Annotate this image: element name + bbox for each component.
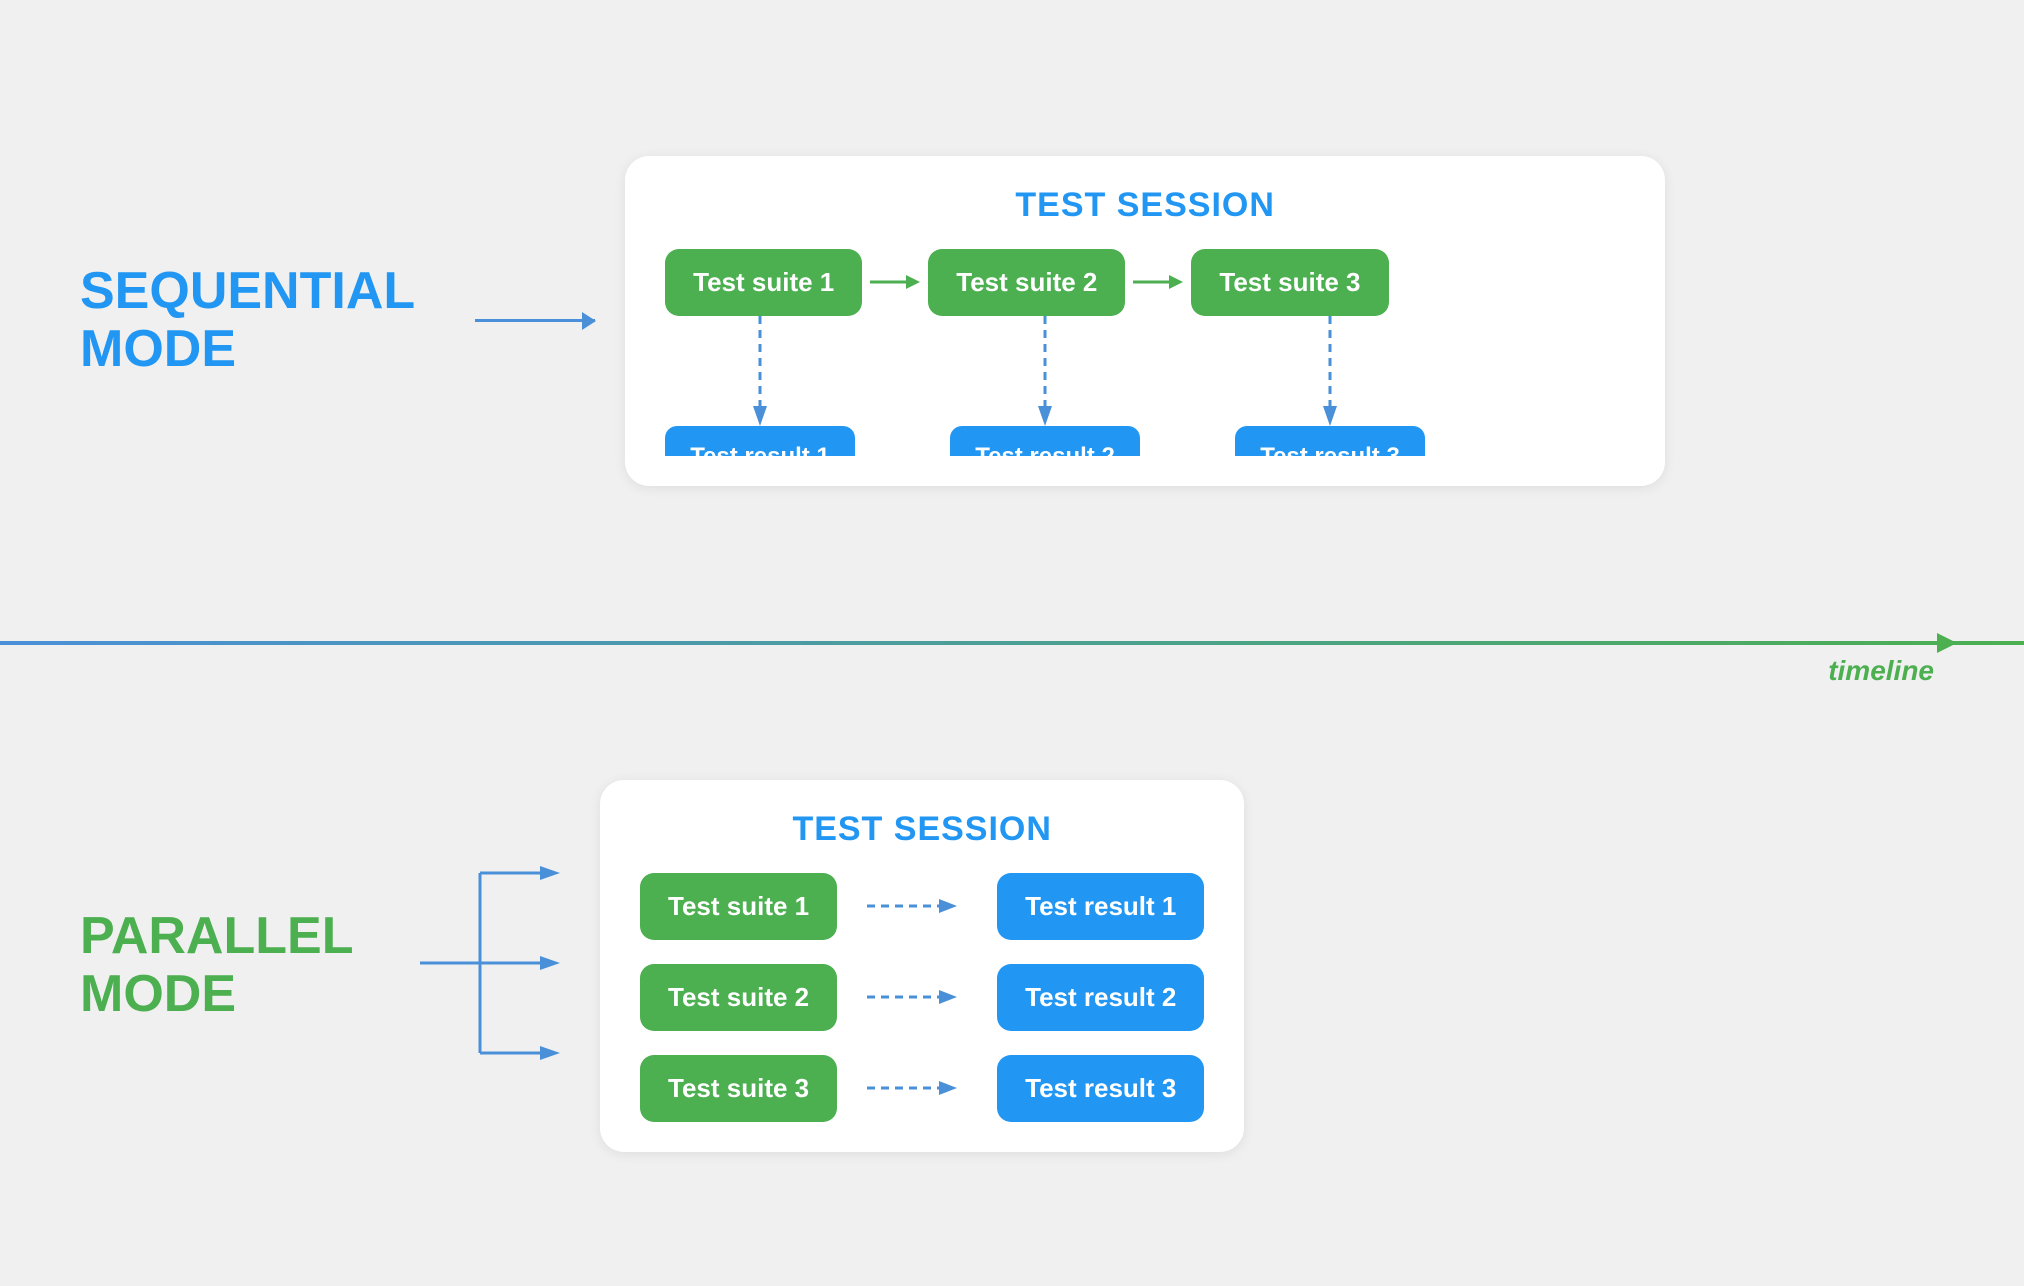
timeline-label: timeline [1828,655,1934,687]
seq-arrow-2-3 [1125,267,1191,297]
seq-suite-col-3: Test suite 3 [1191,249,1388,316]
par-result-2: Test result 2 [997,964,1204,1031]
seq-suites-row: Test suite 1 Test suite 2 [665,249,1388,316]
svg-text:Test result 3: Test result 3 [1260,443,1400,456]
fork-svg [420,823,580,1103]
seq-suite-col-2: Test suite 2 [928,249,1125,316]
sequential-line1: SEQUENTIAL [80,263,415,320]
parallel-section: PARALLEL MODE TEST SESSIO [0,645,2024,1286]
par-suite-2: Test suite 2 [640,964,837,1031]
sequential-section: SEQUENTIAL MODE TEST SESSION Test suite … [0,0,2024,641]
parallel-fork-arrow [420,823,580,1108]
par-suite-1: Test suite 1 [640,873,837,940]
par-dashed-arrow-3 [867,1073,967,1103]
parallel-rows: Test suite 1 Test result 1 Test suite 2 [640,873,1204,1122]
par-result-1: Test result 1 [997,873,1204,940]
par-suite-3: Test suite 3 [640,1055,837,1122]
par-row-2: Test suite 2 Test result 2 [640,964,1204,1031]
parallel-session-title: TEST SESSION [640,810,1204,849]
par-dashed-arrow-1 [867,891,967,921]
sequential-content: Test suite 1 Test suite 2 [665,249,1625,456]
seq-suite-1: Test suite 1 [665,249,862,316]
diagram-container: SEQUENTIAL MODE TEST SESSION Test suite … [0,0,2024,1286]
par-result-3: Test result 3 [997,1055,1204,1122]
parallel-session-box: TEST SESSION Test suite 1 Test result 1 [600,780,1244,1152]
timeline-arrowhead [1937,627,1969,664]
par-dashed-arrow-2 [867,982,967,1012]
seq-arrow-1-2 [862,267,928,297]
par-row-3: Test suite 3 Test result 3 [640,1055,1204,1122]
sequential-entry-line [475,319,595,322]
seq-suite-col-1: Test suite 1 [665,249,862,316]
svg-text:Test result 2: Test result 2 [975,443,1115,456]
sequential-session-box: TEST SESSION Test suite 1 [625,156,1665,486]
parallel-line1: PARALLEL [80,908,360,965]
sequential-session-title: TEST SESSION [665,186,1625,225]
seq-dashed-arrows-svg: Test result 1 Test result 2 Test result … [665,316,1625,456]
sequential-mode-label: SEQUENTIAL MODE [80,263,415,377]
parallel-mode-label: PARALLEL MODE [80,908,360,1022]
parallel-line2: MODE [80,966,360,1023]
seq-suite-2: Test suite 2 [928,249,1125,316]
timeline-line [0,641,2024,645]
svg-text:Test result 1: Test result 1 [690,443,830,456]
sequential-line2: MODE [80,321,415,378]
seq-suite-3: Test suite 3 [1191,249,1388,316]
timeline-container: timeline [0,641,2024,645]
par-row-1: Test suite 1 Test result 1 [640,873,1204,940]
sequential-entry-arrow [475,319,595,322]
